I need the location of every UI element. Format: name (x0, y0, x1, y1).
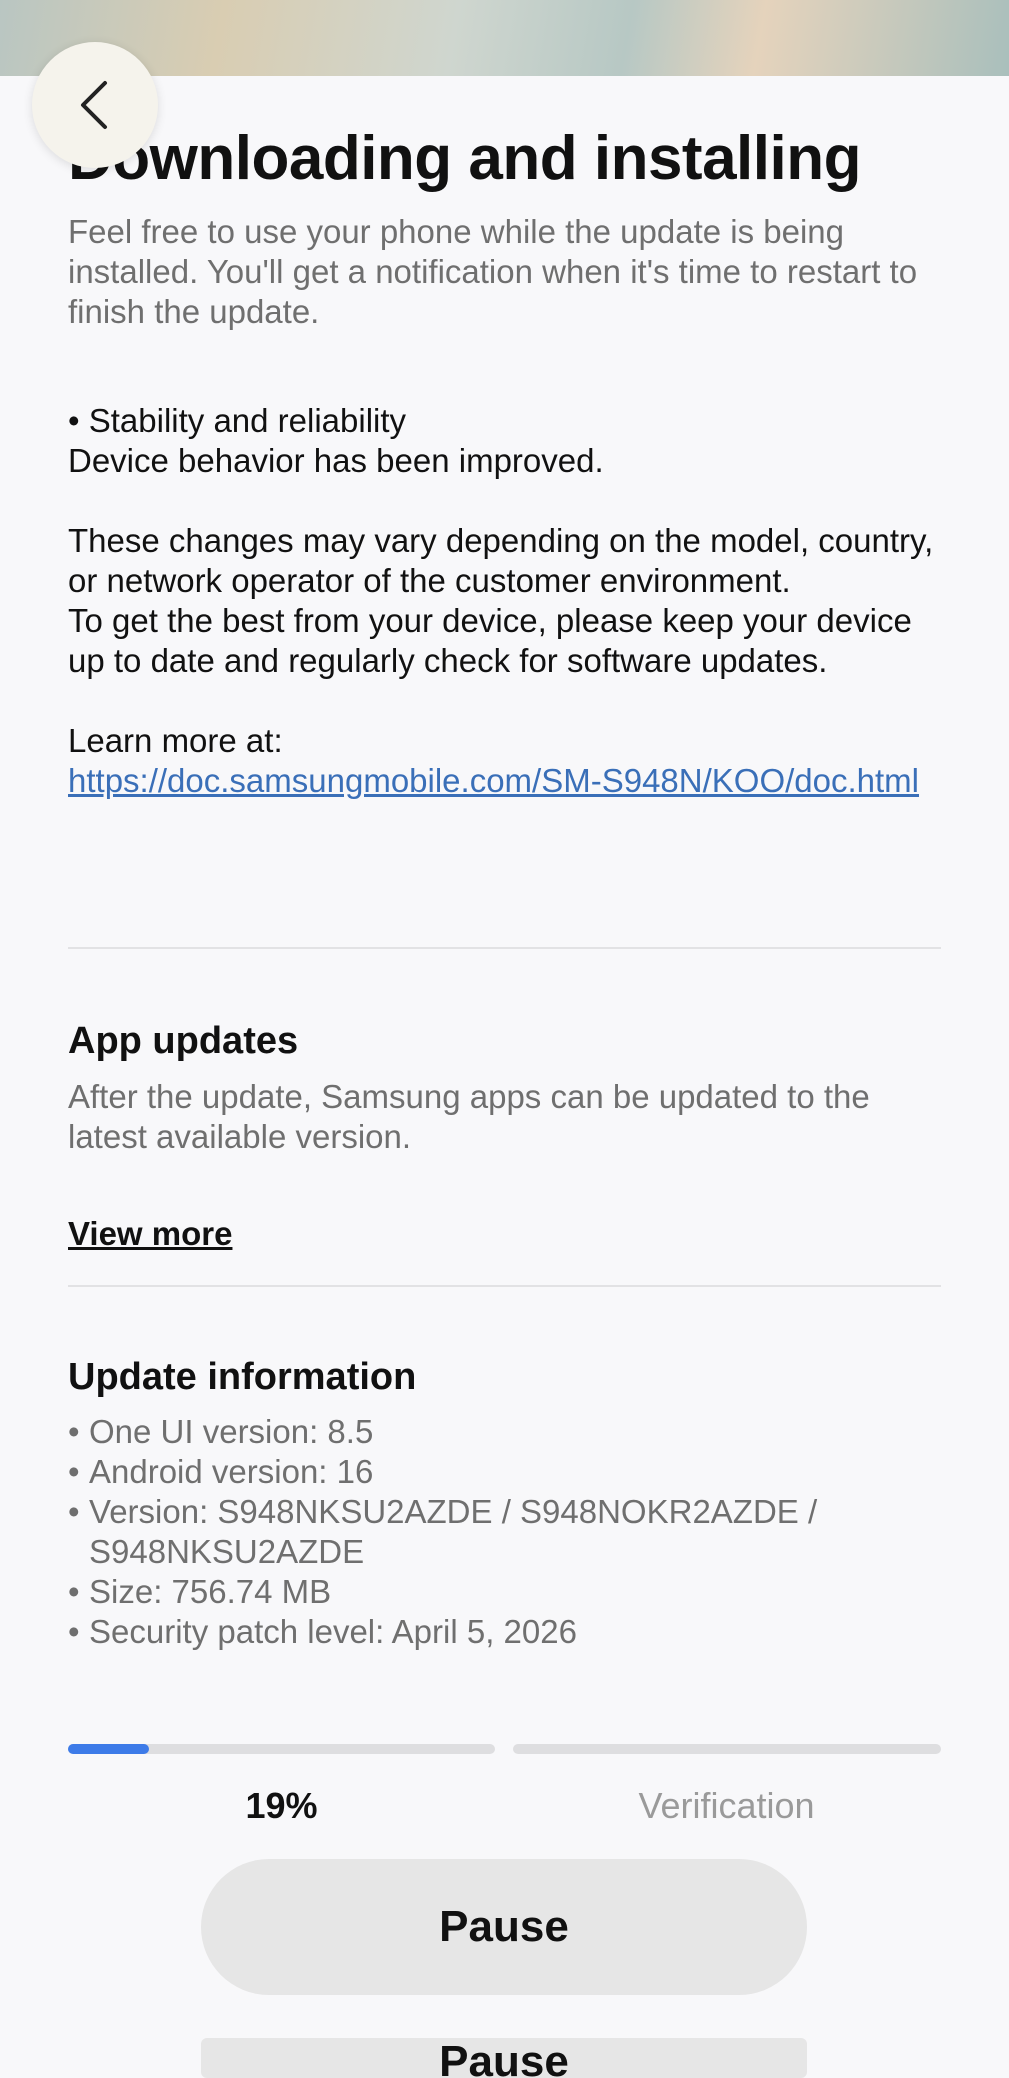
info-one-ui-version: One UI version: 8.5 (68, 1412, 948, 1452)
info-size: Size: 756.74 MB (68, 1572, 948, 1612)
chevron-left-icon (81, 81, 107, 129)
pause-button[interactable]: Pause (201, 1859, 807, 1995)
page-subtitle: Feel free to use your phone while the up… (68, 213, 918, 330)
release-note-item-title: • Stability and reliability (68, 402, 407, 439)
release-notes: • Stability and reliability Device behav… (68, 401, 948, 801)
download-progress-bar (68, 1744, 495, 1754)
info-android-version: Android version: 16 (68, 1452, 948, 1492)
pause-button-ghost: Pause (201, 2038, 807, 2078)
pause-ghost-label: Pause (439, 2038, 569, 2078)
learn-more-link[interactable]: https://doc.samsungmobile.com/SM-S948N/K… (68, 762, 919, 799)
download-progress-fill (68, 1744, 150, 1754)
update-info-title: Update information (68, 1356, 417, 1398)
verification-label: Verification (638, 1785, 815, 1826)
view-more-link[interactable]: View more (68, 1215, 232, 1253)
header-banner-image (0, 0, 1009, 76)
release-advice: To get the best from your device, please… (68, 602, 912, 679)
verification-progress-bar (513, 1744, 941, 1754)
info-build-version: Version: S948NKSU2AZDE / S948NOKR2AZDE /… (68, 1492, 948, 1572)
info-security-patch: Security patch level: April 5, 2026 (68, 1612, 948, 1652)
app-updates-description: After the update, Samsung apps can be up… (68, 1078, 870, 1155)
release-note-item-desc: Device behavior has been improved. (68, 442, 604, 479)
divider (68, 947, 941, 949)
app-updates-title: App updates (68, 1020, 299, 1062)
back-button[interactable] (32, 42, 158, 168)
page-title: Downloading and installing (68, 124, 861, 193)
progress-percent: 19% (245, 1785, 318, 1826)
learn-more-label: Learn more at: (68, 722, 283, 759)
release-disclaimer: These changes may vary depending on the … (68, 522, 934, 599)
divider (68, 1285, 941, 1287)
update-info-list: One UI version: 8.5 Android version: 16 … (68, 1412, 948, 1652)
